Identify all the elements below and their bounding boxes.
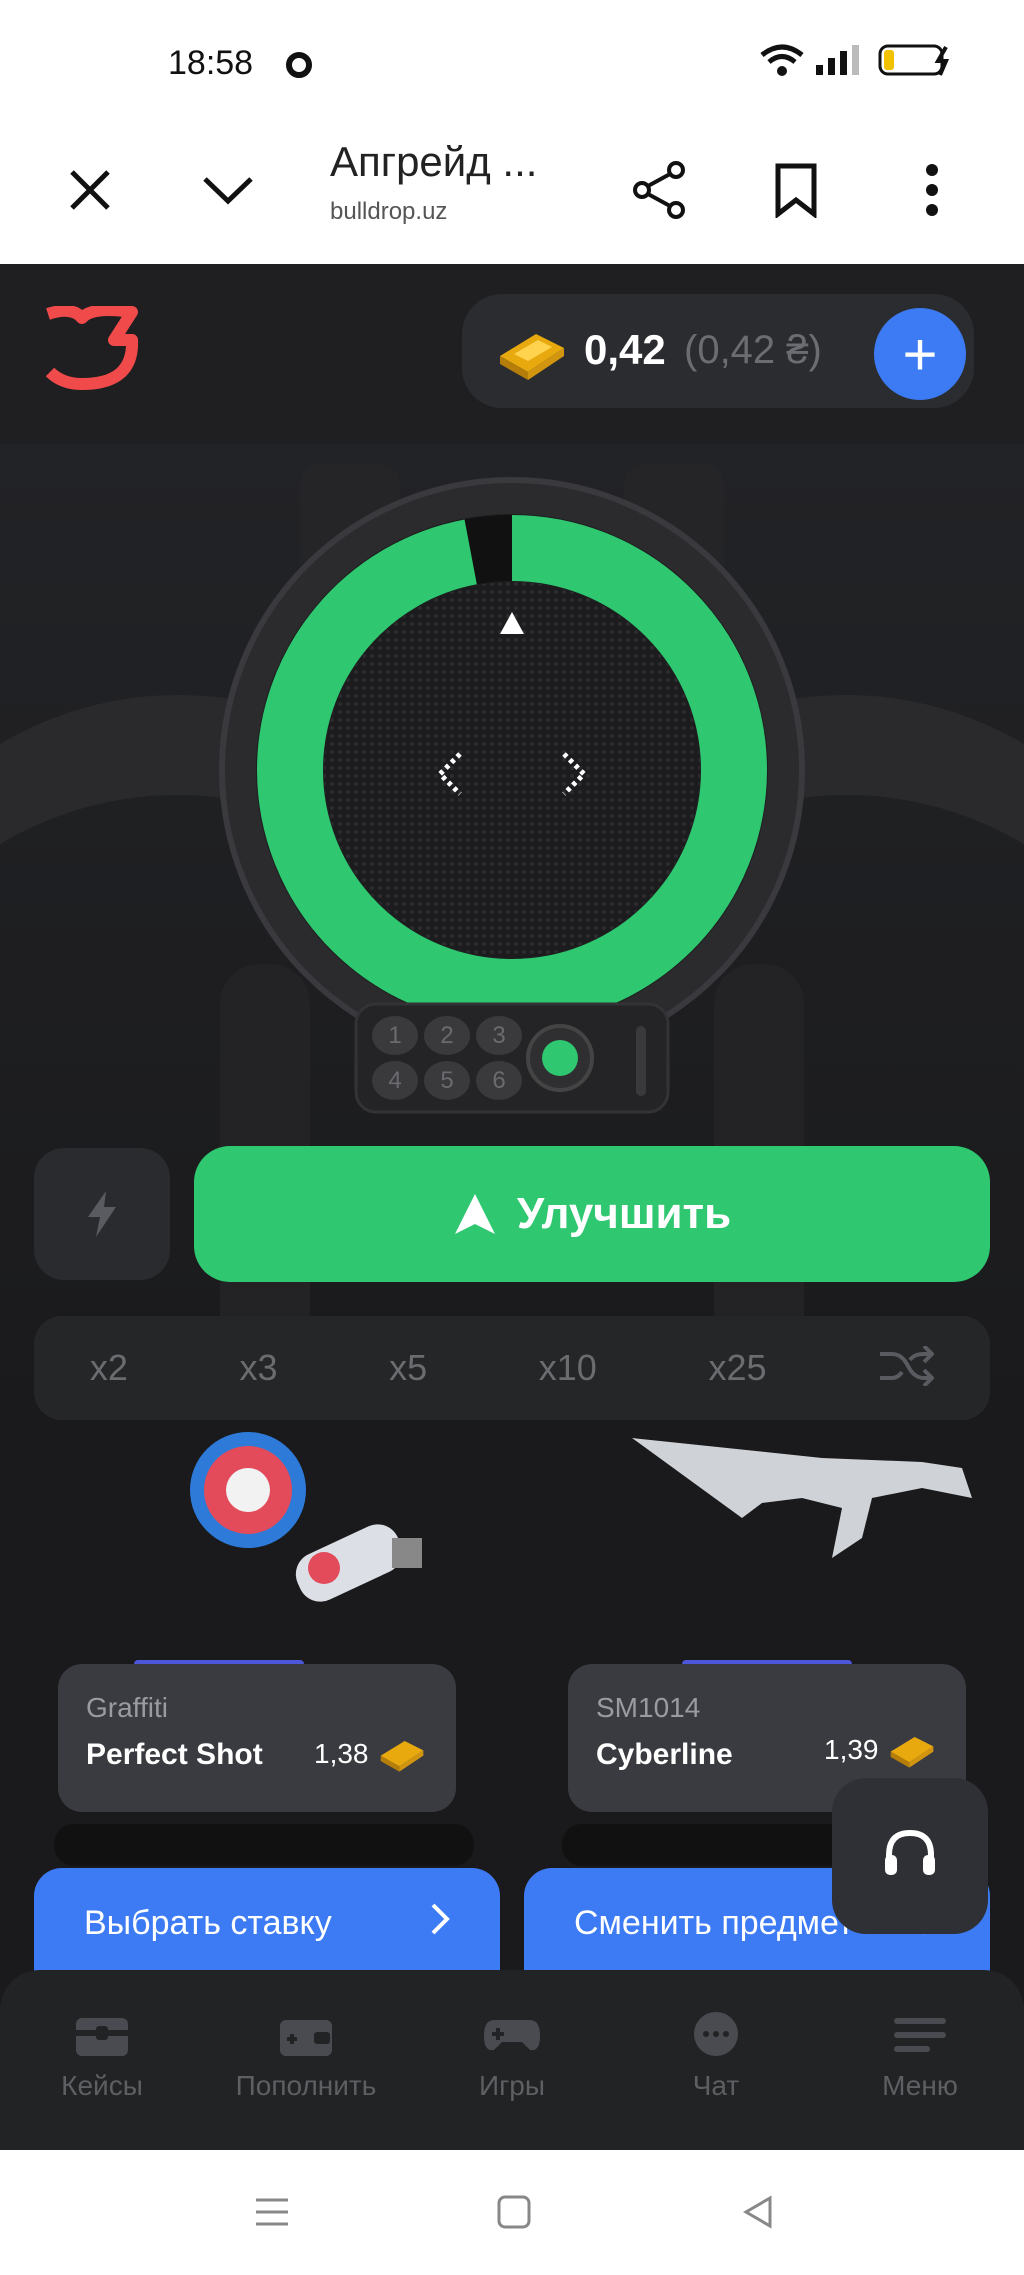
- choose-bet-button[interactable]: Выбрать ставку: [34, 1868, 500, 1978]
- item-type: Graffiti: [86, 1692, 168, 1723]
- gold-bar-icon: [890, 1737, 934, 1768]
- lightning-icon: [88, 1191, 116, 1237]
- keypad: 1 2 3 4 5 6: [372, 1016, 522, 1100]
- back-icon[interactable]: [740, 2194, 776, 2235]
- item-price: 1,38: [314, 1738, 369, 1769]
- multiplier-option[interactable]: x25: [708, 1347, 766, 1389]
- chest-icon: [76, 2018, 128, 2056]
- signal-icon: [816, 45, 859, 75]
- bookmark-icon[interactable]: [756, 150, 836, 230]
- page-url[interactable]: bulldrop.uz: [330, 198, 447, 226]
- support-button[interactable]: [832, 1778, 988, 1934]
- close-icon[interactable]: [50, 150, 130, 230]
- menu-icon: [894, 2018, 946, 2052]
- bet-item-card: Graffiti Perfect Shot 1,38 Выбрать ставк…: [34, 1428, 514, 1978]
- item-info: Graffiti Perfect Shot 1,38: [58, 1664, 456, 1812]
- nav-label: Меню: [882, 2070, 958, 2101]
- add-balance-button[interactable]: +: [874, 308, 966, 400]
- keypad-key: 3: [476, 1016, 522, 1055]
- keypad-key: 2: [424, 1016, 470, 1055]
- nav-label: Кейсы: [61, 2070, 143, 2101]
- nav-label: Игры: [478, 2070, 546, 2101]
- status-time: 18:58: [168, 44, 254, 82]
- nav-label: Чат: [692, 2070, 740, 2101]
- gamepad-icon: [484, 2020, 540, 2051]
- multiplier-option[interactable]: x5: [389, 1347, 427, 1389]
- change-item-label: Сменить предмет: [574, 1903, 854, 1942]
- nav-cases[interactable]: Кейсы: [12, 2010, 192, 2102]
- upgrade-button-label: Улучшить: [516, 1189, 732, 1238]
- shuffle-icon[interactable]: [878, 1344, 935, 1391]
- item-name: Perfect Shot: [86, 1738, 263, 1771]
- keypad-key: 1: [372, 1016, 418, 1055]
- fast-mode-button[interactable]: [34, 1148, 170, 1280]
- keypad-key: 5: [424, 1061, 470, 1100]
- multiplier-bar: x2 x3 x5 x10 x25: [34, 1316, 990, 1420]
- gold-bar-icon: [380, 1741, 424, 1772]
- wallet-icon: [280, 2020, 332, 2056]
- site-logo[interactable]: [42, 304, 142, 397]
- nav-menu[interactable]: Меню: [830, 2010, 1010, 2102]
- balance-value: 0,42: [584, 326, 666, 373]
- multiplier-option[interactable]: x3: [239, 1347, 277, 1389]
- item-price: 1,39: [824, 1734, 879, 1765]
- multiplier-option[interactable]: x2: [90, 1347, 128, 1389]
- keypad-key: 4: [372, 1061, 418, 1100]
- choose-bet-label: Выбрать ставку: [84, 1903, 332, 1942]
- nav-label: Пополнить: [235, 2070, 377, 2101]
- keypad-key: 6: [476, 1061, 522, 1100]
- notification-icon: [286, 52, 312, 78]
- card-base: [54, 1824, 474, 1866]
- recent-apps-icon[interactable]: [254, 2194, 290, 2235]
- nav-games[interactable]: Игры: [422, 2010, 602, 2102]
- headset-icon: [885, 1829, 935, 1875]
- item-name: Cyberline: [596, 1738, 733, 1771]
- upgrade-machine: [0, 444, 1024, 1444]
- chevron-right-icon: [430, 1902, 450, 1945]
- chat-icon: [694, 2012, 738, 2056]
- upgrade-arrow-icon: [454, 1194, 495, 1234]
- item-type: SM1014: [596, 1692, 701, 1723]
- more-icon[interactable]: [892, 150, 972, 230]
- upgrade-button[interactable]: Улучшить: [194, 1146, 990, 1282]
- status-icons: [760, 40, 954, 80]
- share-icon[interactable]: [620, 150, 700, 230]
- page-title: Апгрейд ...: [330, 138, 538, 185]
- balance-secondary: (0,42 ₴): [684, 328, 822, 372]
- battery-icon: [878, 44, 950, 76]
- multiplier-option[interactable]: x10: [539, 1347, 597, 1389]
- nav-chat[interactable]: Чат: [626, 2010, 806, 2102]
- rifle-item-image: [632, 1438, 972, 1558]
- gold-bar-icon: [496, 324, 568, 385]
- home-icon[interactable]: [496, 2194, 532, 2235]
- graffiti-item-image: [190, 1432, 422, 1602]
- wifi-icon: [760, 44, 804, 76]
- nav-deposit[interactable]: Пополнить: [216, 2010, 396, 2102]
- chevron-down-icon[interactable]: [188, 150, 268, 230]
